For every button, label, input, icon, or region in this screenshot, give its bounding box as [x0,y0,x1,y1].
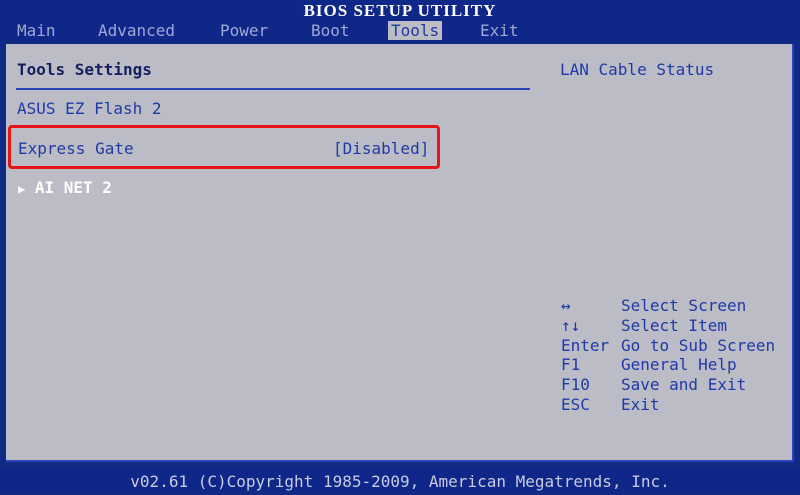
ai-net-2-submenu[interactable]: ▶ AI NET 2 [18,178,112,197]
key-esc: ESC [561,395,590,414]
ez-flash-item[interactable]: ASUS EZ Flash 2 [17,99,162,118]
key-help-row: ↔ Select Screen [561,296,746,315]
express-gate-value[interactable]: [Disabled] [333,139,429,158]
tab-main[interactable]: Main [14,21,59,40]
tab-advanced[interactable]: Advanced [95,21,178,40]
bottom-frame-edge [6,460,794,462]
copyright-footer: v02.61 (C)Copyright 1985-2009, American … [0,469,800,491]
right-frame-edge [792,44,794,462]
key-action: Select Screen [621,296,747,315]
tab-boot[interactable]: Boot [308,21,353,40]
key-f1: F1 [561,355,581,374]
key-action: Exit [621,395,660,414]
tab-tools[interactable]: Tools [388,21,443,40]
express-gate-label[interactable]: Express Gate [18,139,134,158]
key-action: Select Item [621,316,727,335]
ai-net-2-label: AI NET 2 [34,178,112,197]
key-up-down: ↑↓ [561,316,581,335]
heading-underline [16,88,530,90]
menu-tab-bar: Main Advanced Power Boot Tools Exit [0,21,800,40]
key-left-right: ↔ [561,296,571,315]
bios-title: BIOS SETUP UTILITY [0,0,800,21]
settings-heading: Tools Settings [17,60,152,79]
submenu-arrow-icon: ▶ [18,182,26,196]
key-enter: Enter [561,336,610,355]
key-help-row: ESC Exit [561,395,660,414]
key-f10: F10 [561,375,590,394]
tab-power[interactable]: Power [217,21,271,40]
key-action: Save and Exit [621,375,747,394]
key-action: Go to Sub Screen [621,336,776,355]
tab-exit[interactable]: Exit [477,21,522,40]
help-title: LAN Cable Status [560,60,715,79]
key-help-row: ↑↓ Select Item [561,316,727,335]
key-help-row: F1 General Help [561,355,737,374]
key-help-row: Enter Go to Sub Screen [561,336,775,355]
key-action: General Help [621,355,737,374]
key-help-row: F10 Save and Exit [561,375,746,394]
